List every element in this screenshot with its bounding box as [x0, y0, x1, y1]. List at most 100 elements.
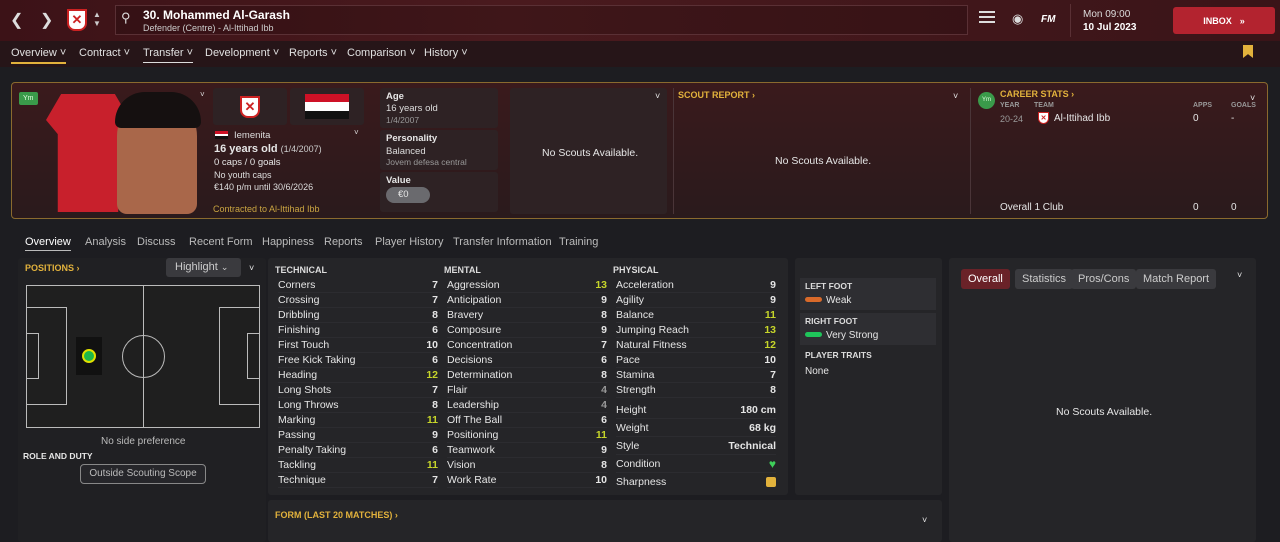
nationality-chevron-icon[interactable]: ˅ [354, 128, 359, 137]
tab-training[interactable]: Training [559, 236, 598, 248]
tab-reports[interactable]: Reports [324, 236, 363, 248]
attribute-row[interactable]: Free Kick Taking 6 [278, 353, 438, 368]
right-panel-chevron-icon[interactable]: ˅ [1237, 270, 1242, 280]
positions-title[interactable]: POSITIONS › [25, 263, 80, 273]
attribute-row[interactable]: Crossing 7 [278, 293, 438, 308]
attribute-row[interactable]: Long Throws 8 [278, 398, 438, 413]
contract-status[interactable]: Contracted to Al-Ittihad Ibb [213, 204, 320, 214]
attribute-label: Aggression [447, 279, 500, 291]
attribute-row[interactable]: Passing 9 [278, 428, 438, 443]
attribute-row[interactable]: Bravery 8 [447, 308, 607, 323]
attribute-label: Concentration [447, 339, 513, 351]
attribute-row[interactable]: Technique 7 [278, 473, 438, 488]
attribute-row[interactable]: Marking 11 [278, 413, 438, 428]
style-row: Style Technical [616, 437, 776, 455]
attribute-row[interactable]: Tackling 11 [278, 458, 438, 473]
menu-development[interactable]: Development ˅ [205, 47, 279, 59]
menu-contract[interactable]: Contract ˅ [79, 47, 130, 59]
form-title[interactable]: FORM (LAST 20 MATCHES) › [275, 510, 398, 520]
height-label: Height [616, 403, 647, 416]
attribute-row[interactable]: Jumping Reach 13 [616, 323, 776, 338]
search-icon[interactable]: ⚲ [121, 10, 131, 26]
positions-chevron-icon[interactable]: ˅ [249, 263, 254, 273]
scout-report-title[interactable]: SCOUT REPORT › [678, 90, 755, 100]
globe-icon[interactable]: ◉ [1012, 11, 1023, 27]
attribute-row[interactable]: Anticipation 9 [447, 293, 607, 308]
tab-recent-form[interactable]: Recent Form [189, 236, 253, 248]
highlight-dropdown[interactable]: Highlight ⌄ [166, 258, 241, 277]
attribute-row[interactable]: Penalty Taking 6 [278, 443, 438, 458]
attribute-label: Marking [278, 414, 316, 426]
tab-pros-cons[interactable]: Pros/Cons [1071, 269, 1137, 289]
game-time[interactable]: Mon 09:00 [1083, 9, 1130, 20]
scout-chevron-icon[interactable]: ˅ [655, 91, 660, 101]
tab-happiness[interactable]: Happiness [262, 236, 314, 248]
menu-label: Overview [11, 47, 57, 59]
career-team[interactable]: Al-Ittihad Ibb [1054, 113, 1110, 124]
menu-overview[interactable]: Overview ˅ [11, 47, 67, 64]
tab-statistics[interactable]: Statistics [1015, 269, 1074, 289]
attribute-label: Long Throws [278, 399, 339, 411]
attribute-row[interactable]: Vision 8 [447, 458, 607, 473]
game-date[interactable]: 10 Jul 2023 [1083, 22, 1136, 33]
attribute-row[interactable]: Off The Ball 6 [447, 413, 607, 428]
career-chevron-icon[interactable]: ˅ [1250, 93, 1255, 103]
attribute-row[interactable]: Strength 8 [616, 383, 776, 398]
attribute-row[interactable]: Teamwork 9 [447, 443, 607, 458]
menu-history[interactable]: History ˅ [424, 47, 468, 59]
form-chevron-icon[interactable]: ˅ [922, 515, 927, 525]
attribute-row[interactable]: Pace 10 [616, 353, 776, 368]
club-box[interactable]: ✕ [213, 88, 287, 125]
attribute-row[interactable]: Long Shots 7 [278, 383, 438, 398]
attribute-row[interactable]: Acceleration 9 [616, 278, 776, 293]
attribute-row[interactable]: Agility 9 [616, 293, 776, 308]
tab-overall[interactable]: Overall [961, 269, 1010, 289]
col-apps: APPS [1193, 102, 1213, 109]
menu-reports[interactable]: Reports ˅ [289, 47, 337, 59]
scouting-scope-button[interactable]: Outside Scouting Scope [80, 464, 206, 484]
attribute-row[interactable]: First Touch 10 [278, 338, 438, 353]
back-icon[interactable]: ❮ [10, 10, 23, 30]
scout-report-chevron-icon[interactable]: ˅ [953, 91, 958, 101]
attribute-row[interactable]: Leadership 4 [447, 398, 607, 413]
menu-icon[interactable] [979, 11, 995, 23]
portrait-chevron-icon[interactable]: ˅ [200, 90, 205, 99]
attribute-row[interactable]: Heading 12 [278, 368, 438, 383]
attribute-row[interactable]: Corners 7 [278, 278, 438, 293]
attribute-row[interactable]: Decisions 6 [447, 353, 607, 368]
attribute-row[interactable]: Concentration 7 [447, 338, 607, 353]
value-pill[interactable]: €0 [386, 187, 430, 203]
tab-transfer-information[interactable]: Transfer Information [453, 236, 552, 248]
tab-player-history[interactable]: Player History [375, 236, 443, 248]
tab-analysis[interactable]: Analysis [85, 236, 126, 248]
attribute-row[interactable]: Flair 4 [447, 383, 607, 398]
attribute-row[interactable]: Dribbling 8 [278, 308, 438, 323]
crest-chevron-icon[interactable]: ▲ ▼ [93, 10, 101, 28]
menu-transfer[interactable]: Transfer ˅ [143, 47, 194, 63]
attribute-row[interactable]: Finishing 6 [278, 323, 438, 338]
fm-logo[interactable]: FM [1041, 14, 1055, 25]
menu-label: Contract [79, 47, 121, 59]
attribute-row[interactable]: Composure 9 [447, 323, 607, 338]
double-chevron-icon: » [1239, 15, 1245, 26]
career-stats-title[interactable]: CAREER STATS › [1000, 89, 1074, 99]
attribute-row[interactable]: Positioning 11 [447, 428, 607, 443]
tab-match-report[interactable]: Match Report [1136, 269, 1217, 289]
attribute-value: 8 [601, 459, 607, 471]
forward-icon[interactable]: ❯ [40, 10, 53, 30]
nation-box[interactable] [290, 88, 364, 125]
attribute-label: Tackling [278, 459, 316, 471]
tab-discuss[interactable]: Discuss [137, 236, 176, 248]
attribute-row[interactable]: Work Rate 10 [447, 473, 607, 488]
attribute-row[interactable]: Determination 8 [447, 368, 607, 383]
attribute-row[interactable]: Stamina 7 [616, 368, 776, 383]
height-value: 180 cm [740, 403, 776, 416]
attribute-row[interactable]: Natural Fitness 12 [616, 338, 776, 353]
club-crest-icon[interactable]: ✕ [67, 9, 87, 31]
tab-overview[interactable]: Overview [25, 236, 71, 251]
menu-comparison[interactable]: Comparison ˅ [347, 47, 416, 59]
inbox-button[interactable]: INBOX » [1173, 7, 1275, 34]
attribute-row[interactable]: Balance 11 [616, 308, 776, 323]
nationality[interactable]: Iemenita [234, 130, 270, 141]
attribute-row[interactable]: Aggression 13 [447, 278, 607, 293]
